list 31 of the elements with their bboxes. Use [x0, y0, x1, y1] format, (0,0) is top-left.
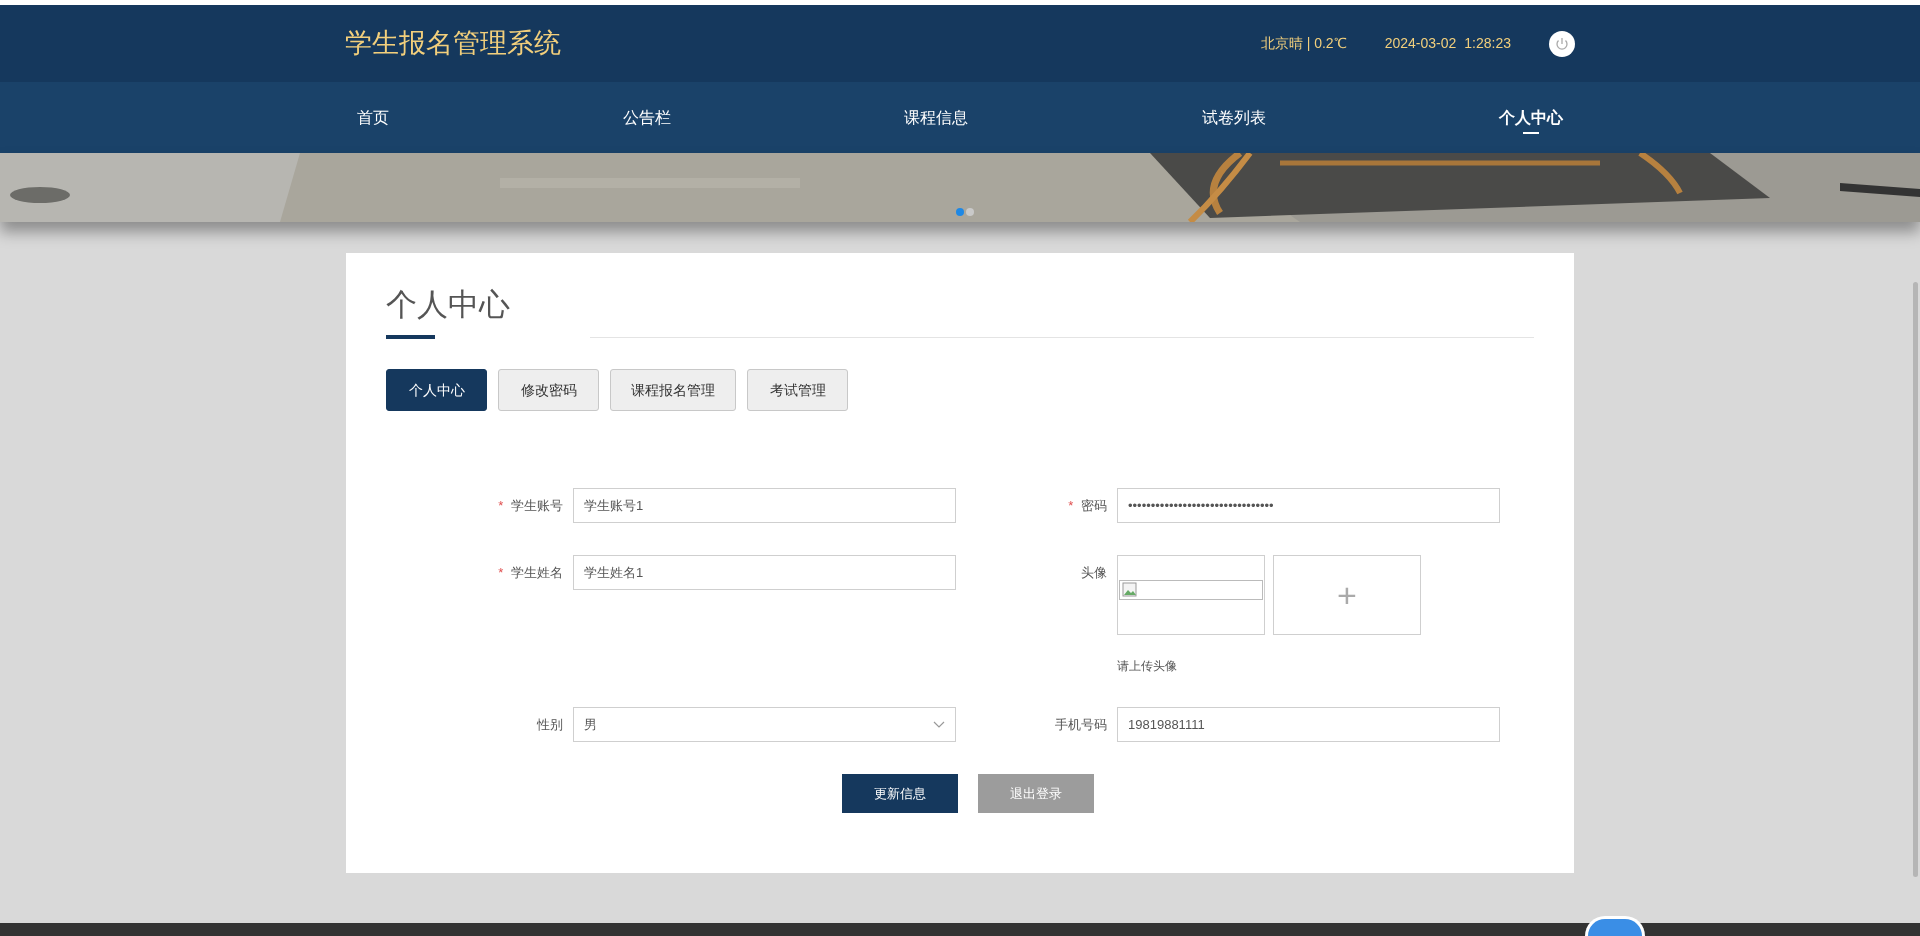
field-label: 性别 [537, 716, 563, 734]
time-text: 1:28:23 [1464, 34, 1511, 53]
password-field[interactable]: •••••••••••••••••••••••••••••••• [1117, 488, 1500, 523]
input-field[interactable]: 19819881111 [1117, 707, 1500, 742]
broken-image-icon [1122, 582, 1138, 598]
power-icon[interactable] [1549, 30, 1575, 57]
input-field[interactable]: 学生姓名1 [573, 555, 956, 590]
site-title: 学生报名管理系统 [345, 27, 561, 61]
scrollbar[interactable] [1913, 282, 1918, 877]
field-label: * 密码 [1068, 497, 1107, 515]
tab-button[interactable]: 修改密码 [498, 369, 599, 411]
floating-button[interactable] [1585, 916, 1645, 936]
tab-button[interactable]: 个人中心 [386, 369, 487, 411]
chevron-down-icon [933, 720, 945, 729]
field-label: 手机号码 [1055, 716, 1107, 734]
page-title: 个人中心 [386, 286, 510, 324]
weather-text: 北京晴 | 0.2℃ [1260, 34, 1347, 53]
nav-link[interactable]: 课程信息 [904, 105, 968, 130]
tab-button[interactable]: 课程报名管理 [610, 369, 736, 411]
nav-link[interactable]: 首页 [357, 105, 389, 130]
tab-button[interactable]: 考试管理 [747, 369, 848, 411]
nav-link[interactable]: 公告栏 [622, 105, 671, 130]
input-field[interactable]: 学生账号1 [573, 488, 956, 523]
field-label: * 学生账号 [498, 497, 563, 515]
upload-hint: 请上传头像 [1117, 658, 1178, 675]
update-button[interactable]: 更新信息 [842, 774, 958, 813]
select-field[interactable]: 男 [573, 707, 956, 742]
date-text: 2024-03-02 [1384, 34, 1457, 53]
field-label: 头像 [1081, 564, 1107, 582]
field-label: * 学生姓名 [498, 564, 563, 582]
nav-link[interactable]: 试卷列表 [1201, 105, 1266, 130]
